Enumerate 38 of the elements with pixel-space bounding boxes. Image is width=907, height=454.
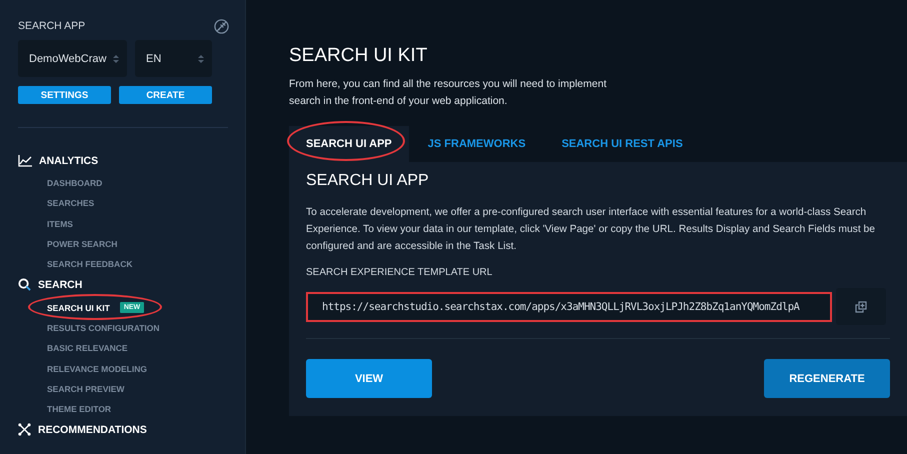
network-icon — [18, 423, 31, 436]
intro-text: From here, you can find all the resources you will need to implement search in the front-end of your web application. — [289, 77, 608, 109]
section-title[interactable]: SEARCH — [38, 278, 82, 291]
app-select[interactable]: DemoWebCraw — [18, 40, 127, 77]
regenerate-button[interactable]: REGENERATE — [764, 359, 890, 398]
sort-arrows-icon — [113, 54, 119, 64]
copy-icon — [855, 300, 867, 312]
settings-button[interactable]: SETTINGS — [18, 86, 111, 104]
create-button[interactable]: CREATE — [119, 86, 212, 104]
sidebar-item[interactable]: SEARCH PREVIEW — [47, 384, 124, 394]
copy-button[interactable] — [836, 288, 886, 325]
line-chart-icon — [18, 154, 32, 166]
language-select[interactable]: EN — [135, 40, 212, 77]
sidebar-item[interactable]: POWER SEARCH — [47, 239, 118, 250]
section-title[interactable]: ANALYTICS — [39, 154, 98, 166]
sidebar-item[interactable]: SEARCH UI KIT — [47, 302, 110, 313]
app-label: SEARCH APP — [18, 20, 86, 32]
panel-title: SEARCH UI APP — [306, 172, 430, 190]
sort-arrows-icon — [198, 54, 204, 64]
url-field[interactable]: https://searchstudio.searchstax.com/apps/x3aMHN3QLLjRVL3oxjLPJh2Z8bZq1anYQMomZdlpA — [306, 292, 832, 322]
pin-off-icon[interactable] — [214, 18, 229, 34]
url-label: SEARCH EXPERIENCE TEMPLATE URL — [306, 267, 494, 278]
sidebar-item[interactable]: SEARCHES — [47, 198, 94, 208]
sidebar-item[interactable]: RELEVANCE MODELING — [47, 364, 147, 374]
search-icon — [18, 278, 31, 292]
sidebar-item[interactable]: SEARCH FEEDBACK — [47, 259, 132, 270]
page-title: SEARCH UI KIT — [289, 45, 428, 67]
description-text: To accelerate development, we offer a pre-configured search user interface with essential features for a world-class Search Experience. To view your data in our template, click 'View Page' or copy the URL. Results Display and Search Fields must be configured and are accessible in the Task List. — [306, 206, 876, 254]
sidebar-item[interactable]: BASIC RELEVANCE — [47, 343, 128, 354]
sidebar-item[interactable]: THEME EDITOR — [47, 404, 112, 414]
sidebar-item[interactable]: RESULTS CONFIGURATION — [47, 322, 160, 333]
sidebar-item[interactable]: DASHBOARD — [47, 178, 102, 188]
view-button[interactable]: VIEW — [306, 359, 432, 398]
tab[interactable]: SEARCH UI REST APIS — [544, 126, 700, 162]
tab[interactable]: SEARCH UI APP — [289, 126, 409, 162]
tab[interactable]: JS FRAMEWORKS — [410, 126, 543, 162]
section-title[interactable]: RECOMMENDATIONS — [38, 424, 147, 436]
sidebar-item[interactable]: ITEMS — [47, 218, 73, 229]
